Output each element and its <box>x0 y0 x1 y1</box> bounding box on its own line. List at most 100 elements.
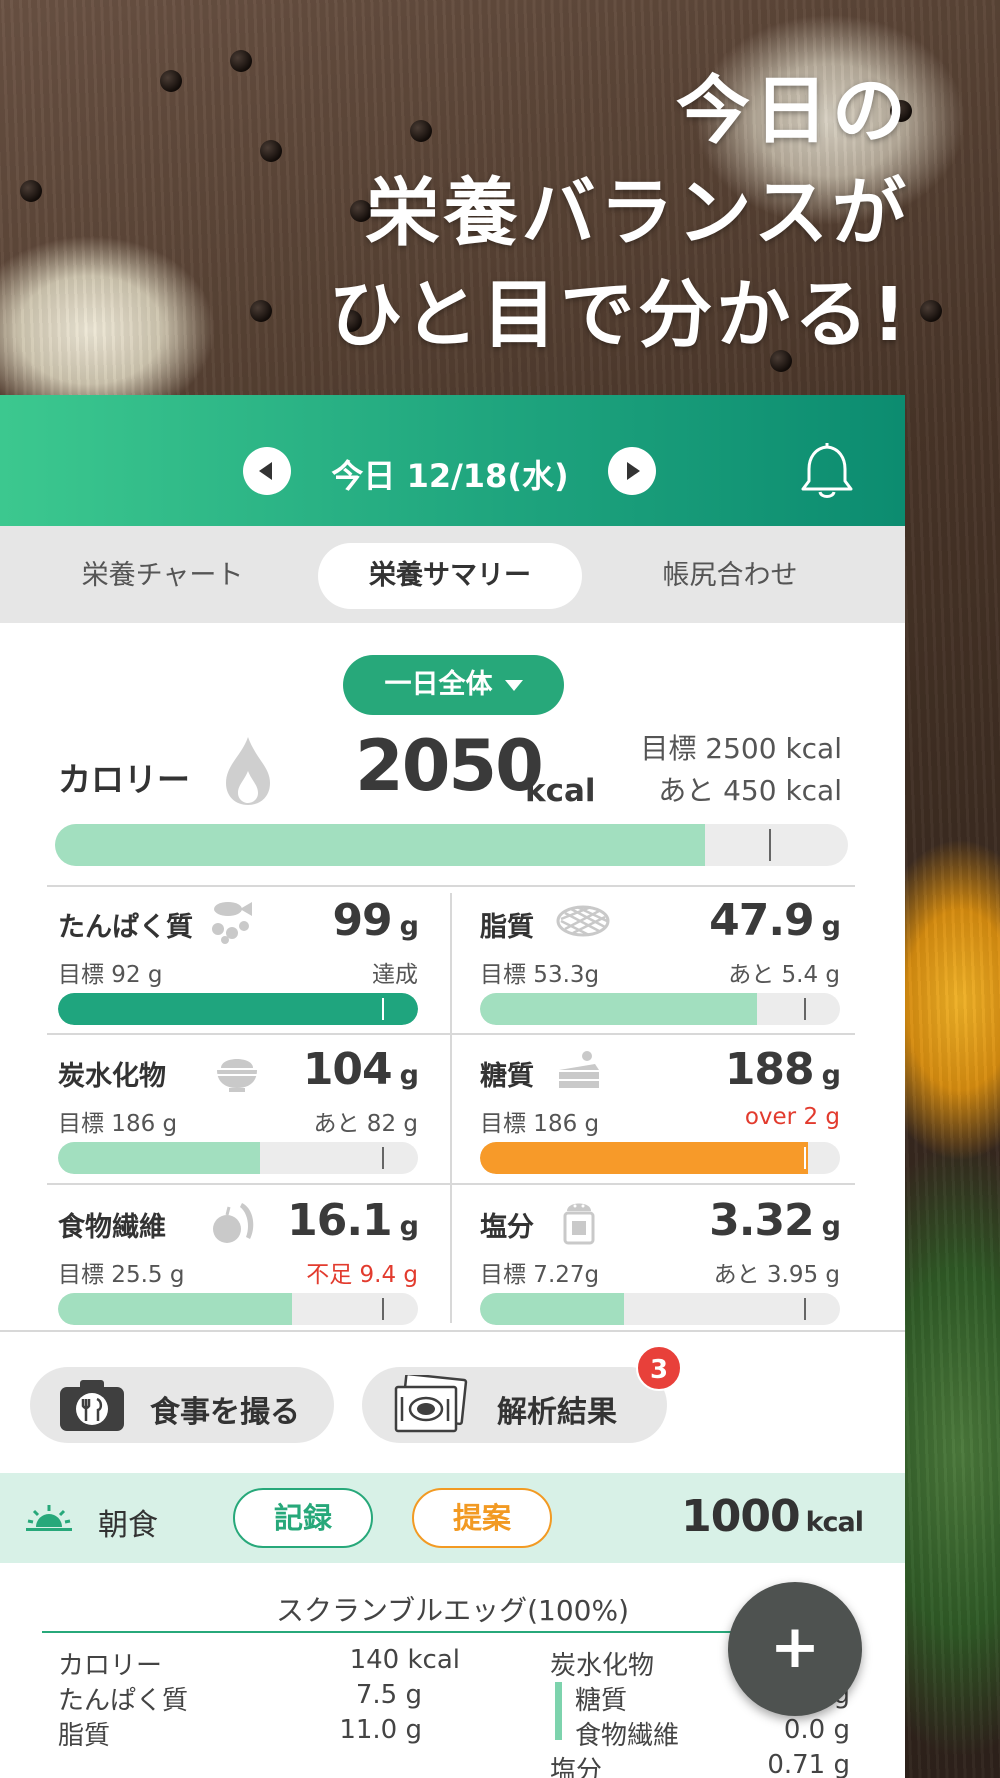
nutrient-goal: 目標 186 g <box>58 1111 178 1137</box>
nutrient-value: 3.32 g <box>709 1195 841 1246</box>
food-nutrient-label: 塩分 <box>550 1756 603 1778</box>
suggest-button[interactable]: 提案 <box>412 1488 552 1548</box>
nutrient-value: 104 g <box>302 1044 419 1095</box>
analysis-results-label: 解析結果 <box>497 1395 617 1430</box>
nutrient-progress-fill <box>58 1142 260 1174</box>
food-nutrient-label: たんぱく質 <box>58 1686 189 1716</box>
nutrient-carbohydrate[interactable]: 炭水化物 104 g 目標 186 g あと 82 g <box>58 1040 419 1180</box>
nutrient-goal: 目標 92 g <box>58 962 163 988</box>
nutrient-progress-fill <box>480 993 758 1025</box>
nutrient-value: 16.1 g <box>287 1195 419 1246</box>
food-nutrient-label: 糖質 <box>575 1686 628 1716</box>
meat-icon <box>556 905 610 937</box>
divider <box>47 885 855 887</box>
nutrient-protein[interactable]: たんぱく質 99 g 目標 92 g 達成 <box>58 891 419 1031</box>
salt-shaker-icon <box>563 1203 595 1245</box>
nutrient-value: 47.9 g <box>709 895 841 946</box>
tab-nutrition-chart[interactable]: 栄養チャート <box>40 543 285 609</box>
nutrient-goal: 目標 186 g <box>480 1111 600 1137</box>
tab-balance-adjust[interactable]: 帳尻合わせ <box>615 543 845 609</box>
nutrient-value: 188 g <box>724 1044 841 1095</box>
caret-down-icon <box>504 680 523 691</box>
fruit-vegetable-icon <box>213 1203 254 1243</box>
nutrient-target-mark <box>804 1147 806 1169</box>
nutrient-remaining: あと 82 g <box>313 1111 419 1137</box>
fish-beans-icon <box>212 902 252 944</box>
nutrient-goal: 目標 7.27g <box>480 1262 600 1288</box>
calorie-goal: 目標 2500 kcal <box>640 732 842 765</box>
chevron-right-icon[interactable] <box>608 447 656 495</box>
app-screen: 今日 12/18(水) 栄養チャート 栄養サマリー 帳尻合わせ 一日全体 カロリ… <box>0 395 905 1778</box>
food-nutrient-label: カロリー <box>58 1651 163 1681</box>
sub-nutrient-indicator <box>555 1682 562 1740</box>
headline-line-1: 今日の <box>676 68 910 154</box>
food-nutrient-label: 炭水化物 <box>550 1651 655 1681</box>
food-nutrient-label: 食物繊維 <box>575 1721 680 1751</box>
record-button[interactable]: 記録 <box>233 1488 373 1548</box>
divider <box>450 893 452 1323</box>
nutrient-name: 糖質 <box>480 1061 534 1092</box>
nutrient-name: 炭水化物 <box>58 1061 166 1092</box>
calorie-value: 2050 <box>355 725 544 807</box>
promo-headline: 今日の 栄養バランスが ひと目で分かる! <box>328 60 910 366</box>
nutrient-remaining: あと 5.4 g <box>728 962 840 988</box>
nutrient-sugar[interactable]: 糖質 188 g 目標 186 g over 2 g <box>480 1040 841 1180</box>
nutrient-name: 脂質 <box>480 912 534 943</box>
nutrient-target-mark <box>382 1147 384 1169</box>
scope-dropdown[interactable]: 一日全体 <box>343 655 564 715</box>
photos-icon <box>394 1375 468 1433</box>
food-nutrient-value: 11.0 g <box>339 1715 422 1745</box>
nutrient-remaining: over 2 g <box>744 1104 840 1130</box>
meal-name: 朝食 <box>98 1508 158 1543</box>
calorie-goal-block: 目標 2500 kcal あと 450 kcal <box>640 728 842 812</box>
nutrient-name: たんぱく質 <box>58 912 193 943</box>
headline-line-2: 栄養バランスが <box>365 170 910 256</box>
take-photo-label: 食事を撮る <box>150 1395 300 1430</box>
nutrient-target-mark <box>382 1298 384 1320</box>
add-button[interactable]: + <box>728 1582 862 1716</box>
nutrient-progress-bar <box>58 1142 418 1174</box>
food-nutrient-value: 140 kcal <box>349 1645 460 1675</box>
scope-label: 一日全体 <box>384 669 493 700</box>
meal-breakfast-row[interactable]: 朝食 記録 提案 1000 kcal <box>0 1473 905 1563</box>
headline-line-3: ひと目で分かる! <box>328 272 910 358</box>
nutrient-name: 塩分 <box>480 1212 534 1243</box>
rice-bowl-icon <box>217 1059 257 1092</box>
calorie-target-mark <box>768 829 771 861</box>
nutrient-value: 99 g <box>332 895 419 946</box>
nutrient-fiber[interactable]: 食物繊維 16.1 g 目標 25.5 g 不足 9.4 g <box>58 1191 419 1331</box>
nutrient-progress-fill <box>58 1293 292 1325</box>
nutrient-goal: 目標 53.3g <box>480 962 600 988</box>
nutrient-target-mark <box>804 1298 806 1320</box>
food-nutrient-value: 7.5 g <box>355 1680 422 1710</box>
header-bar: 今日 12/18(水) <box>0 395 905 526</box>
nutrient-progress-fill <box>480 1142 808 1174</box>
take-photo-button[interactable]: 食事を撮る <box>30 1367 334 1443</box>
calorie-progress-fill <box>55 824 706 866</box>
notification-badge: 3 <box>636 1345 682 1391</box>
nutrient-progress-fill <box>480 1293 624 1325</box>
nutrient-remaining: 達成 <box>372 962 418 988</box>
food-nutrient-label: 脂質 <box>58 1721 111 1751</box>
analysis-results-button[interactable]: 解析結果 <box>362 1367 667 1443</box>
nutrient-progress-bar <box>480 1142 840 1174</box>
calorie-remaining: あと 450 kcal <box>658 774 842 807</box>
chevron-left-icon[interactable] <box>243 447 291 495</box>
calorie-progress-bar <box>55 824 848 866</box>
nutrient-progress-bar <box>58 1293 418 1325</box>
bell-icon[interactable] <box>798 439 856 501</box>
food-nutrient-value: 0.71 g <box>767 1750 850 1778</box>
tab-nutrition-summary[interactable]: 栄養サマリー <box>318 543 582 609</box>
nutrient-fat[interactable]: 脂質 47.9 g 目標 53.3g あと 5.4 g <box>480 891 841 1031</box>
nutrient-remaining: あと 3.95 g <box>713 1262 840 1288</box>
nutrient-salt[interactable]: 塩分 3.32 g 目標 7.27g あと 3.95 g <box>480 1191 841 1331</box>
nutrient-progress-bar <box>480 1293 840 1325</box>
nutrient-remaining: 不足 9.4 g <box>306 1262 418 1288</box>
nutrient-progress-bar <box>58 993 418 1025</box>
nutrient-goal: 目標 25.5 g <box>58 1262 185 1288</box>
current-date: 今日 12/18(水) <box>331 457 569 495</box>
nutrient-target-mark <box>804 998 806 1020</box>
calorie-unit: kcal <box>525 773 596 809</box>
divider <box>42 1631 842 1633</box>
nutrient-progress-bar <box>480 993 840 1025</box>
